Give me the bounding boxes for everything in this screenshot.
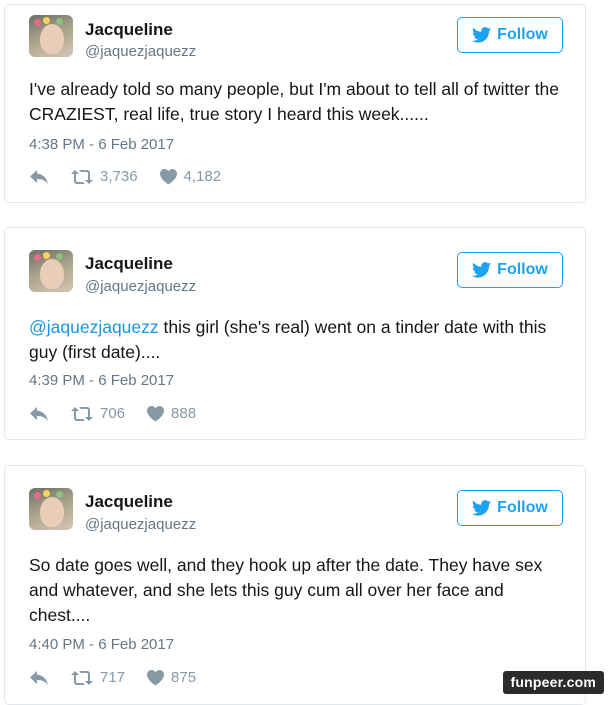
author-handle[interactable]: @jaquezjaquezz: [85, 43, 196, 60]
tweet-body: So date goes well, and they hook up afte…: [29, 555, 543, 625]
retweet-icon: [71, 670, 93, 685]
like-count: 888: [171, 405, 197, 422]
author-name[interactable]: Jacqueline: [85, 492, 173, 512]
retweet-icon: [71, 406, 93, 421]
twitter-bird-icon: [472, 262, 492, 278]
follow-label: Follow: [497, 261, 548, 278]
tweet-card: Jacqueline @jaquezjaquezz Follow So date…: [4, 465, 586, 705]
like-button[interactable]: 888: [147, 405, 196, 422]
follow-label: Follow: [497, 499, 548, 516]
follow-button[interactable]: Follow: [457, 252, 563, 288]
retweet-icon: [71, 169, 93, 184]
retweet-button[interactable]: 3,736: [71, 168, 138, 185]
twitter-bird-icon: [472, 500, 492, 516]
tweet-card: Jacqueline @jaquezjaquezz Follow @jaquez…: [4, 227, 586, 440]
tweet-actions: 706 888: [29, 405, 218, 422]
tweet-timestamp[interactable]: 4:39 PM - 6 Feb 2017: [29, 372, 174, 389]
avatar[interactable]: [29, 250, 73, 292]
watermark: funpeer.com: [502, 671, 604, 694]
author-handle[interactable]: @jaquezjaquezz: [85, 516, 196, 533]
retweet-count: 706: [100, 405, 126, 422]
retweet-count: 717: [100, 669, 126, 686]
author-name[interactable]: Jacqueline: [85, 254, 173, 274]
retweet-button[interactable]: 717: [71, 669, 125, 686]
avatar[interactable]: [29, 488, 73, 530]
heart-icon: [147, 669, 165, 685]
reply-icon: [30, 670, 48, 685]
like-button[interactable]: 4,182: [159, 168, 222, 185]
twitter-bird-icon: [472, 27, 492, 43]
tweet-actions: 717 875: [29, 669, 218, 686]
tweet-timestamp[interactable]: 4:38 PM - 6 Feb 2017: [29, 136, 174, 153]
reply-button[interactable]: [29, 406, 49, 422]
tweet-timestamp[interactable]: 4:40 PM - 6 Feb 2017: [29, 636, 174, 653]
tweet-text: @jaquezjaquezz this girl (she's real) we…: [29, 315, 563, 365]
retweet-count: 3,736: [100, 168, 138, 185]
heart-icon: [147, 405, 165, 421]
like-count: 4,182: [183, 168, 222, 185]
tweet-text: So date goes well, and they hook up afte…: [29, 553, 563, 628]
tweet-body: I've already told so many people, but I'…: [29, 79, 560, 124]
reply-icon: [30, 169, 48, 184]
tweet-actions: 3,736 4,182: [29, 168, 243, 185]
follow-button[interactable]: Follow: [457, 17, 563, 53]
reply-icon: [30, 406, 48, 421]
heart-icon: [159, 168, 177, 184]
retweet-button[interactable]: 706: [71, 405, 125, 422]
avatar[interactable]: [29, 15, 73, 57]
reply-button[interactable]: [29, 169, 49, 185]
mention-link[interactable]: @jaquezjaquezz: [29, 317, 159, 337]
reply-button[interactable]: [29, 670, 49, 686]
author-handle[interactable]: @jaquezjaquezz: [85, 278, 196, 295]
author-name[interactable]: Jacqueline: [85, 20, 173, 40]
tweet-text: I've already told so many people, but I'…: [29, 77, 563, 127]
follow-button[interactable]: Follow: [457, 490, 563, 526]
like-button[interactable]: 875: [147, 669, 196, 686]
like-count: 875: [171, 669, 197, 686]
tweet-card: Jacqueline @jaquezjaquezz Follow I've al…: [4, 4, 586, 203]
follow-label: Follow: [497, 26, 548, 43]
